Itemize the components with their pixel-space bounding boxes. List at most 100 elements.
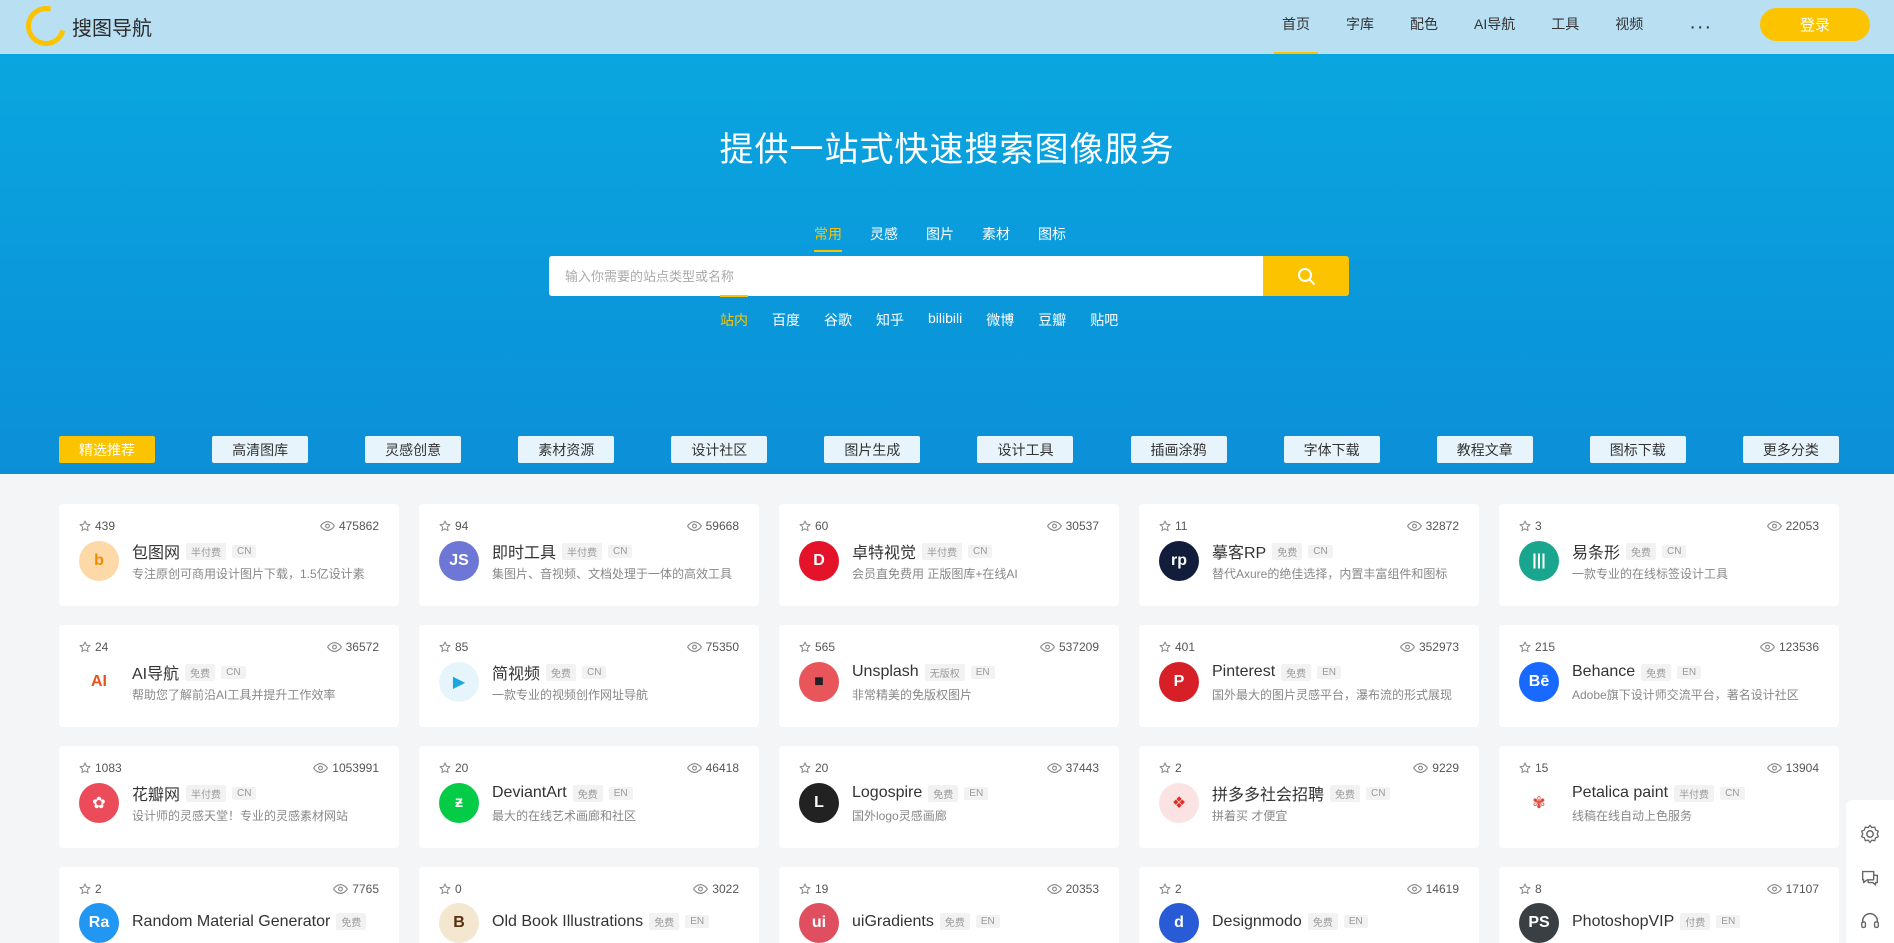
site-card[interactable]: 20 37443 L Logospire 免费 EN 国外logo灵感画廊 [779, 746, 1119, 848]
nav-item-home[interactable]: 首页 [1274, 0, 1318, 54]
site-card[interactable]: 2 9229 ❖ 拼多多社会招聘 免费 CN 拼着买 才便宜 [1139, 746, 1479, 848]
search-tab-materials[interactable]: 素材 [982, 224, 1010, 252]
favorite-count[interactable]: 60 [799, 519, 828, 533]
category-button[interactable]: 字体下载 [1283, 436, 1380, 463]
site-card[interactable]: 0 3022 B Old Book Illustrations 免费 EN [419, 867, 759, 943]
site-card[interactable]: 3 22053 ||| 易条形 免费 CN 一款专业的在线标签设计工具 [1499, 504, 1839, 606]
favorite-count[interactable]: 85 [439, 640, 468, 654]
site-card[interactable]: 215 123536 Bē Behance 免费 EN Adobe旗下设计师交流平… [1499, 625, 1839, 727]
favorite-count[interactable]: 20 [439, 761, 468, 775]
card-body: B Old Book Illustrations 免费 EN [439, 903, 739, 943]
favorite-count[interactable]: 215 [1519, 640, 1555, 654]
favorite-count-value: 85 [455, 640, 469, 654]
favorite-count[interactable]: 2 [1159, 882, 1182, 896]
nav-more-icon[interactable]: ··· [1689, 16, 1712, 39]
nav-item-tools[interactable]: 工具 [1551, 0, 1579, 54]
favorite-count[interactable]: 401 [1159, 640, 1195, 654]
favorite-count[interactable]: 2 [79, 882, 102, 896]
favorite-count[interactable]: 15 [1519, 761, 1548, 775]
category-button[interactable]: 图标下载 [1589, 436, 1686, 463]
favorite-count[interactable]: 94 [439, 519, 468, 533]
category-button[interactable]: 插画涂鸦 [1130, 436, 1227, 463]
favorite-count[interactable]: 19 [799, 882, 828, 896]
site-card[interactable]: 94 59668 JS 即时工具 半付费 CN 集图片、音视频、文档处理于一体的高… [419, 504, 759, 606]
search-tab-icons[interactable]: 图标 [1038, 224, 1066, 252]
eye-icon [1406, 521, 1422, 531]
settings-button[interactable] [1859, 812, 1881, 856]
search-tab-images[interactable]: 图片 [926, 224, 954, 252]
favorite-count[interactable]: 2 [1159, 761, 1182, 775]
card-body: ||| 易条形 免费 CN 一款专业的在线标签设计工具 [1519, 540, 1819, 582]
engine-tab-baidu[interactable]: 百度 [772, 310, 800, 330]
category-button[interactable]: 设计工具 [977, 436, 1074, 463]
favorite-count[interactable]: 1083 [79, 761, 122, 775]
favorite-count[interactable]: 3 [1519, 519, 1542, 533]
login-button[interactable]: 登录 [1760, 8, 1870, 41]
category-button[interactable]: 灵感创意 [365, 436, 462, 463]
view-count: 7765 [333, 882, 379, 896]
search-tab-inspiration[interactable]: 灵感 [870, 224, 898, 252]
site-card[interactable]: 401 352973 P Pinterest 免费 EN 国外最大的图片灵感平台，… [1139, 625, 1479, 727]
nav-item-colors[interactable]: 配色 [1410, 0, 1438, 54]
favorite-count[interactable]: 8 [1519, 882, 1542, 896]
search-input[interactable] [549, 256, 1263, 296]
site-logo-icon: B [439, 903, 479, 943]
engine-tab-bilibili[interactable]: bilibili [928, 310, 962, 330]
search-tab-common[interactable]: 常用 [814, 224, 842, 252]
fee-badge: 免费 [336, 913, 367, 930]
card-stats: 19 20353 [799, 881, 1099, 897]
site-card[interactable]: 1083 1053991 ✿ 花瓣网 半付费 CN 设计师的灵感天堂！专业的灵感素… [59, 746, 399, 848]
site-card[interactable]: 15 13904 ✾ Petalica paint 半付费 CN 线稿在线自动上色… [1499, 746, 1839, 848]
category-button[interactable]: 图片生成 [824, 436, 921, 463]
category-button[interactable]: 更多分类 [1742, 436, 1839, 463]
hero-banner: 提供一站式快速搜索图像服务 常用 灵感 图片 素材 图标 站内 百度 谷歌 知乎… [0, 54, 1894, 474]
favorite-count[interactable]: 439 [79, 519, 115, 533]
favorite-count-value: 94 [455, 519, 469, 533]
nav-item-fonts[interactable]: 字库 [1346, 0, 1374, 54]
category-button[interactable]: 教程文章 [1436, 436, 1533, 463]
site-card[interactable]: 565 537209 ■ Unsplash 无版权 EN 非常精美的免版权图片 [779, 625, 1119, 727]
favorite-count[interactable]: 11 [1159, 519, 1187, 533]
site-logo-icon: L [799, 783, 839, 823]
site-card[interactable]: 19 20353 ui uiGradients 免费 EN [779, 867, 1119, 943]
category-button[interactable]: 精选推荐 [59, 436, 155, 463]
search-button[interactable] [1263, 256, 1349, 296]
engine-tab-onsite[interactable]: 站内 [720, 295, 748, 330]
site-name: Random Material Generator [132, 912, 331, 930]
site-card[interactable]: 24 36572 AI AI导航 免费 CN 帮助您了解前沿AI工具并提升工作效率 [59, 625, 399, 727]
favorite-count[interactable]: 24 [79, 640, 108, 654]
engine-tab-weibo[interactable]: 微博 [986, 310, 1014, 330]
site-card[interactable]: 60 30537 D 卓特视觉 半付费 CN 会员直免费用 正版图库+在线AI [779, 504, 1119, 606]
favorite-count[interactable]: 565 [799, 640, 835, 654]
hero-title: 提供一站式快速搜索图像服务 [719, 131, 1175, 169]
card-stats: 215 123536 [1519, 639, 1819, 655]
site-card[interactable]: 2 14619 d Designmodo 免费 EN [1139, 867, 1479, 943]
support-button[interactable] [1859, 899, 1881, 943]
engine-tab-zhihu[interactable]: 知乎 [876, 310, 904, 330]
site-info: 摹客RP 免费 CN 替代Axure的绝佳选择，内置丰富组件和图标 [1212, 540, 1459, 582]
engine-tab-douban[interactable]: 豆瓣 [1038, 310, 1066, 330]
site-logo[interactable]: 搜图导航 [18, 0, 152, 54]
site-card[interactable]: 11 32872 rp 摹客RP 免费 CN 替代Axure的绝佳选择，内置丰富组… [1139, 504, 1479, 606]
language-badge: EN [1317, 665, 1342, 679]
site-card[interactable]: 20 46418 ƶ DeviantArt 免费 EN 最大的在线艺术画廊和社区 [419, 746, 759, 848]
chat-button[interactable] [1859, 856, 1881, 900]
site-card[interactable]: 439 475862 b 包图网 半付费 CN 专注原创可商用设计图片下载，1.5… [59, 504, 399, 606]
favorite-count[interactable]: 20 [799, 761, 828, 775]
nav-item-ai[interactable]: AI导航 [1474, 0, 1515, 54]
engine-tab-tieba[interactable]: 贴吧 [1090, 310, 1118, 330]
eye-icon [1413, 763, 1429, 773]
category-button[interactable]: 素材资源 [518, 436, 615, 463]
site-name: AI导航 [132, 666, 180, 683]
category-button[interactable]: 高清图库 [212, 436, 309, 463]
favorite-count[interactable]: 0 [439, 882, 462, 896]
site-card[interactable]: 85 75350 ▶ 简视频 免费 CN 一款专业的视频创作网址导航 [419, 625, 759, 727]
fee-badge: 免费 [1330, 784, 1361, 802]
favorite-count-value: 8 [1535, 882, 1542, 896]
nav-item-video[interactable]: 视频 [1615, 0, 1643, 54]
site-card[interactable]: 2 7765 Ra Random Material Generator 免费 [59, 867, 399, 943]
category-button[interactable]: 设计社区 [671, 436, 768, 463]
site-card[interactable]: 8 17107 PS PhotoshopVIP 付费 EN [1499, 867, 1839, 943]
engine-tab-google[interactable]: 谷歌 [824, 310, 852, 330]
headset-icon [1861, 913, 1879, 929]
